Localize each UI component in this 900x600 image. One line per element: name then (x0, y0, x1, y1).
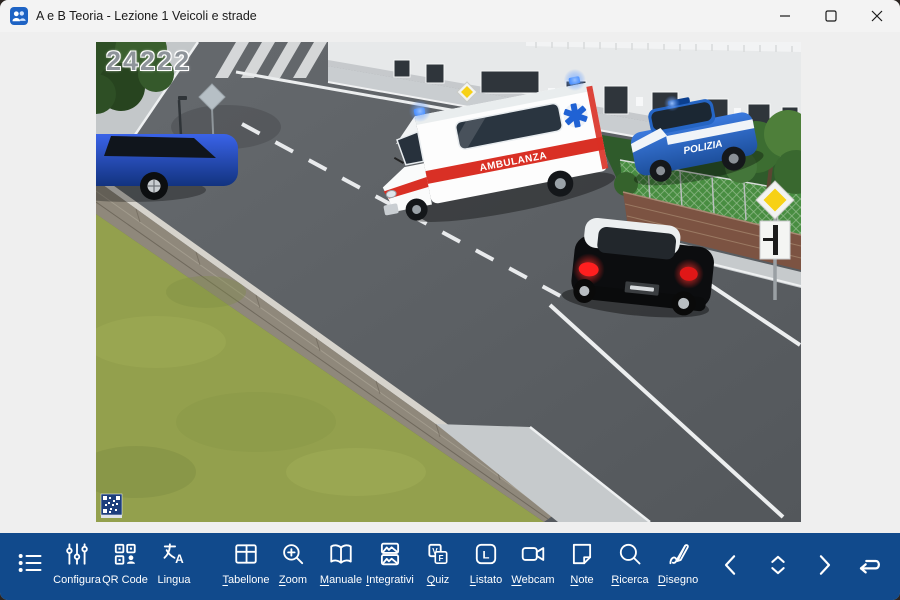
toolbar-label: QR Code (97, 574, 153, 586)
svg-text:A: A (175, 552, 184, 566)
toolbar-label: Disegno (650, 574, 706, 586)
translate-icon: A (146, 541, 202, 571)
close-button[interactable] (854, 0, 900, 32)
camera-icon (505, 541, 561, 571)
svg-text:L: L (483, 550, 490, 562)
app-icon (10, 7, 28, 25)
qr-code-stamp (101, 494, 122, 518)
pen-icon (650, 541, 706, 571)
toolbar-button-manuale[interactable]: Manuale (313, 539, 369, 595)
minimize-button[interactable] (762, 0, 808, 32)
app-window: A e B Teoria - Lezione 1 Veicoli e strad… (0, 0, 900, 600)
toolbar-label: Webcam (505, 574, 561, 586)
toolbar-label: Lingua (146, 574, 202, 586)
title-bar: A e B Teoria - Lezione 1 Veicoli e strad… (0, 0, 900, 33)
toolbar-button-disegno[interactable]: Disegno (650, 539, 706, 595)
toolbar-button-webcam[interactable]: Webcam (505, 539, 561, 595)
qr-code-icon (97, 541, 153, 571)
next-button[interactable] (806, 547, 842, 583)
toolbar-button-lingua[interactable]: A Lingua (146, 539, 202, 595)
window-title: A e B Teoria - Lezione 1 Veicoli e strad… (36, 0, 257, 32)
svg-text:F: F (438, 554, 443, 563)
toolbar-button-qr-code[interactable]: QR Code (97, 539, 153, 595)
return-button[interactable] (851, 547, 887, 583)
maximize-button[interactable] (808, 0, 854, 32)
book-icon (313, 541, 369, 571)
image-number: 24222 (106, 46, 191, 77)
toolbar: Configura QR Code A Lingua Tabellone Zoo… (0, 533, 900, 600)
toolbar-label: Manuale (313, 574, 369, 586)
content-area: POLIZIA AMBULANZA (0, 32, 900, 533)
lesson-image[interactable]: POLIZIA AMBULANZA (96, 42, 801, 522)
prev-button[interactable] (713, 547, 749, 583)
jump-button[interactable] (760, 547, 796, 583)
